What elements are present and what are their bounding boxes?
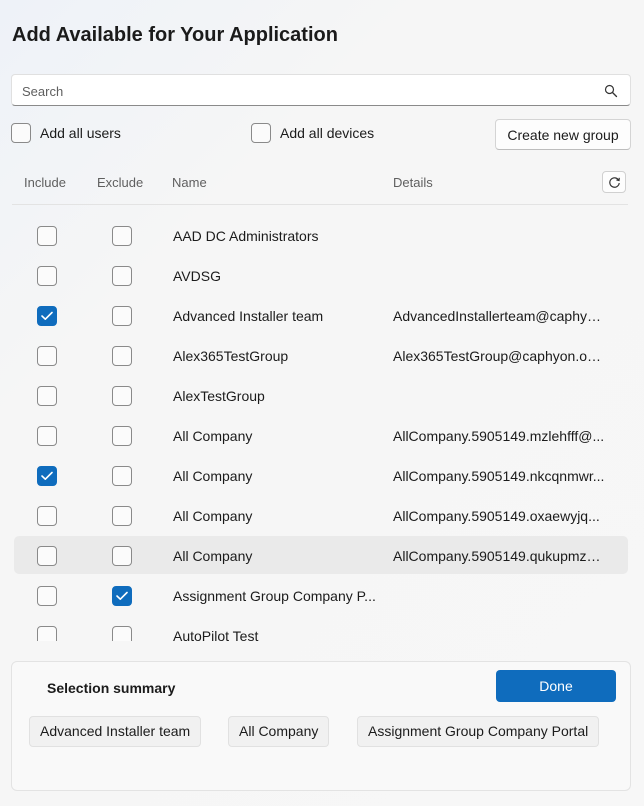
table-row[interactable]: AutoPilot Test — [14, 616, 628, 641]
exclude-checkbox[interactable] — [112, 586, 132, 606]
add-all-users-option[interactable]: Add all users — [11, 123, 121, 143]
group-details: AllCompany.5905149.oxaewyjq... — [393, 508, 600, 524]
exclude-checkbox[interactable] — [112, 626, 132, 641]
group-details: AllCompany.5905149.mzlehfff@... — [393, 428, 605, 444]
add-all-devices-checkbox[interactable] — [251, 123, 271, 143]
add-all-devices-option[interactable]: Add all devices — [251, 123, 374, 143]
include-checkbox[interactable] — [37, 266, 57, 286]
include-checkbox[interactable] — [37, 546, 57, 566]
search-box[interactable] — [11, 74, 631, 106]
add-available-dialog: Add Available for Your Application Add a… — [0, 0, 644, 806]
table-row[interactable]: AlexTestGroup — [14, 376, 628, 414]
include-checkbox[interactable] — [37, 426, 57, 446]
selection-chip[interactable]: Assignment Group Company Portal — [357, 716, 600, 747]
group-name: AutoPilot Test — [173, 628, 259, 641]
table-row[interactable]: All Company AllCompany.5905149.oxaewyjq..… — [14, 496, 628, 534]
column-header-exclude: Exclude — [97, 175, 144, 190]
exclude-checkbox[interactable] — [112, 546, 132, 566]
group-name: Assignment Group Company P... — [173, 588, 376, 604]
column-header-name[interactable]: Name — [172, 175, 207, 190]
selection-summary-title: Selection summary — [47, 680, 176, 696]
group-details: AdvancedInstallerteam@caphyo... — [393, 308, 605, 324]
exclude-checkbox[interactable] — [112, 346, 132, 366]
add-all-users-label: Add all users — [40, 125, 121, 141]
selection-chip[interactable]: Advanced Installer team — [29, 716, 202, 747]
include-checkbox[interactable] — [37, 346, 57, 366]
table-row[interactable]: AVDSG — [14, 256, 628, 294]
add-all-devices-label: Add all devices — [280, 125, 375, 141]
exclude-checkbox[interactable] — [112, 386, 132, 406]
group-name: All Company — [173, 428, 253, 444]
done-button[interactable]: Done — [496, 670, 616, 702]
exclude-checkbox[interactable] — [112, 506, 132, 526]
table-row[interactable]: Alex365TestGroup Alex365TestGroup@caphyon… — [14, 336, 628, 374]
exclude-checkbox[interactable] — [112, 266, 132, 286]
create-new-group-button[interactable]: Create new group — [495, 119, 631, 150]
exclude-checkbox[interactable] — [112, 226, 132, 246]
include-checkbox[interactable] — [37, 466, 57, 486]
add-all-users-checkbox[interactable] — [11, 123, 31, 143]
selection-summary-panel: Selection summary Done Advanced Installe… — [11, 661, 631, 791]
refresh-icon — [609, 177, 620, 188]
search-input[interactable] — [22, 81, 592, 101]
group-name: All Company — [173, 468, 253, 484]
search-icon[interactable] — [604, 84, 618, 98]
group-details: AllCompany.5905149.qukupmza... — [393, 548, 605, 564]
column-header-details[interactable]: Details — [393, 175, 433, 190]
table-row[interactable]: All Company AllCompany.5905149.nkcqnmwr..… — [14, 456, 628, 494]
table-row[interactable]: Assignment Group Company P... — [14, 576, 628, 614]
header-divider — [12, 204, 628, 205]
table-row[interactable]: AAD DC Administrators — [14, 216, 628, 254]
exclude-checkbox[interactable] — [112, 426, 132, 446]
group-name: AlexTestGroup — [173, 388, 265, 404]
group-details: AllCompany.5905149.nkcqnmwr... — [393, 468, 605, 484]
table-row[interactable]: Advanced Installer team AdvancedInstaller… — [14, 296, 628, 334]
group-name: AVDSG — [173, 268, 221, 284]
group-name: All Company — [173, 508, 253, 524]
group-name: Alex365TestGroup — [173, 348, 289, 364]
include-checkbox[interactable] — [37, 306, 57, 326]
exclude-checkbox[interactable] — [112, 306, 132, 326]
table-row[interactable]: All Company AllCompany.5905149.qukupmza..… — [14, 536, 628, 574]
refresh-button[interactable] — [602, 171, 626, 193]
include-checkbox[interactable] — [37, 226, 57, 246]
include-checkbox[interactable] — [37, 626, 57, 641]
exclude-checkbox[interactable] — [112, 466, 132, 486]
group-details: Alex365TestGroup@caphyon.on... — [393, 348, 605, 364]
include-checkbox[interactable] — [37, 386, 57, 406]
column-header-include: Include — [24, 175, 66, 190]
table-row[interactable]: All Company AllCompany.5905149.mzlehfff@.… — [14, 416, 628, 454]
group-name: All Company — [173, 548, 253, 564]
group-list[interactable]: AAD DC Administrators AVDSG Advanced Insta… — [0, 215, 644, 641]
include-checkbox[interactable] — [37, 586, 57, 606]
include-checkbox[interactable] — [37, 506, 57, 526]
dialog-title: Add Available for Your Application — [12, 24, 338, 46]
group-name: Advanced Installer team — [173, 308, 324, 324]
selection-chip[interactable]: All Company — [228, 716, 330, 747]
group-name: AAD DC Administrators — [173, 228, 319, 244]
